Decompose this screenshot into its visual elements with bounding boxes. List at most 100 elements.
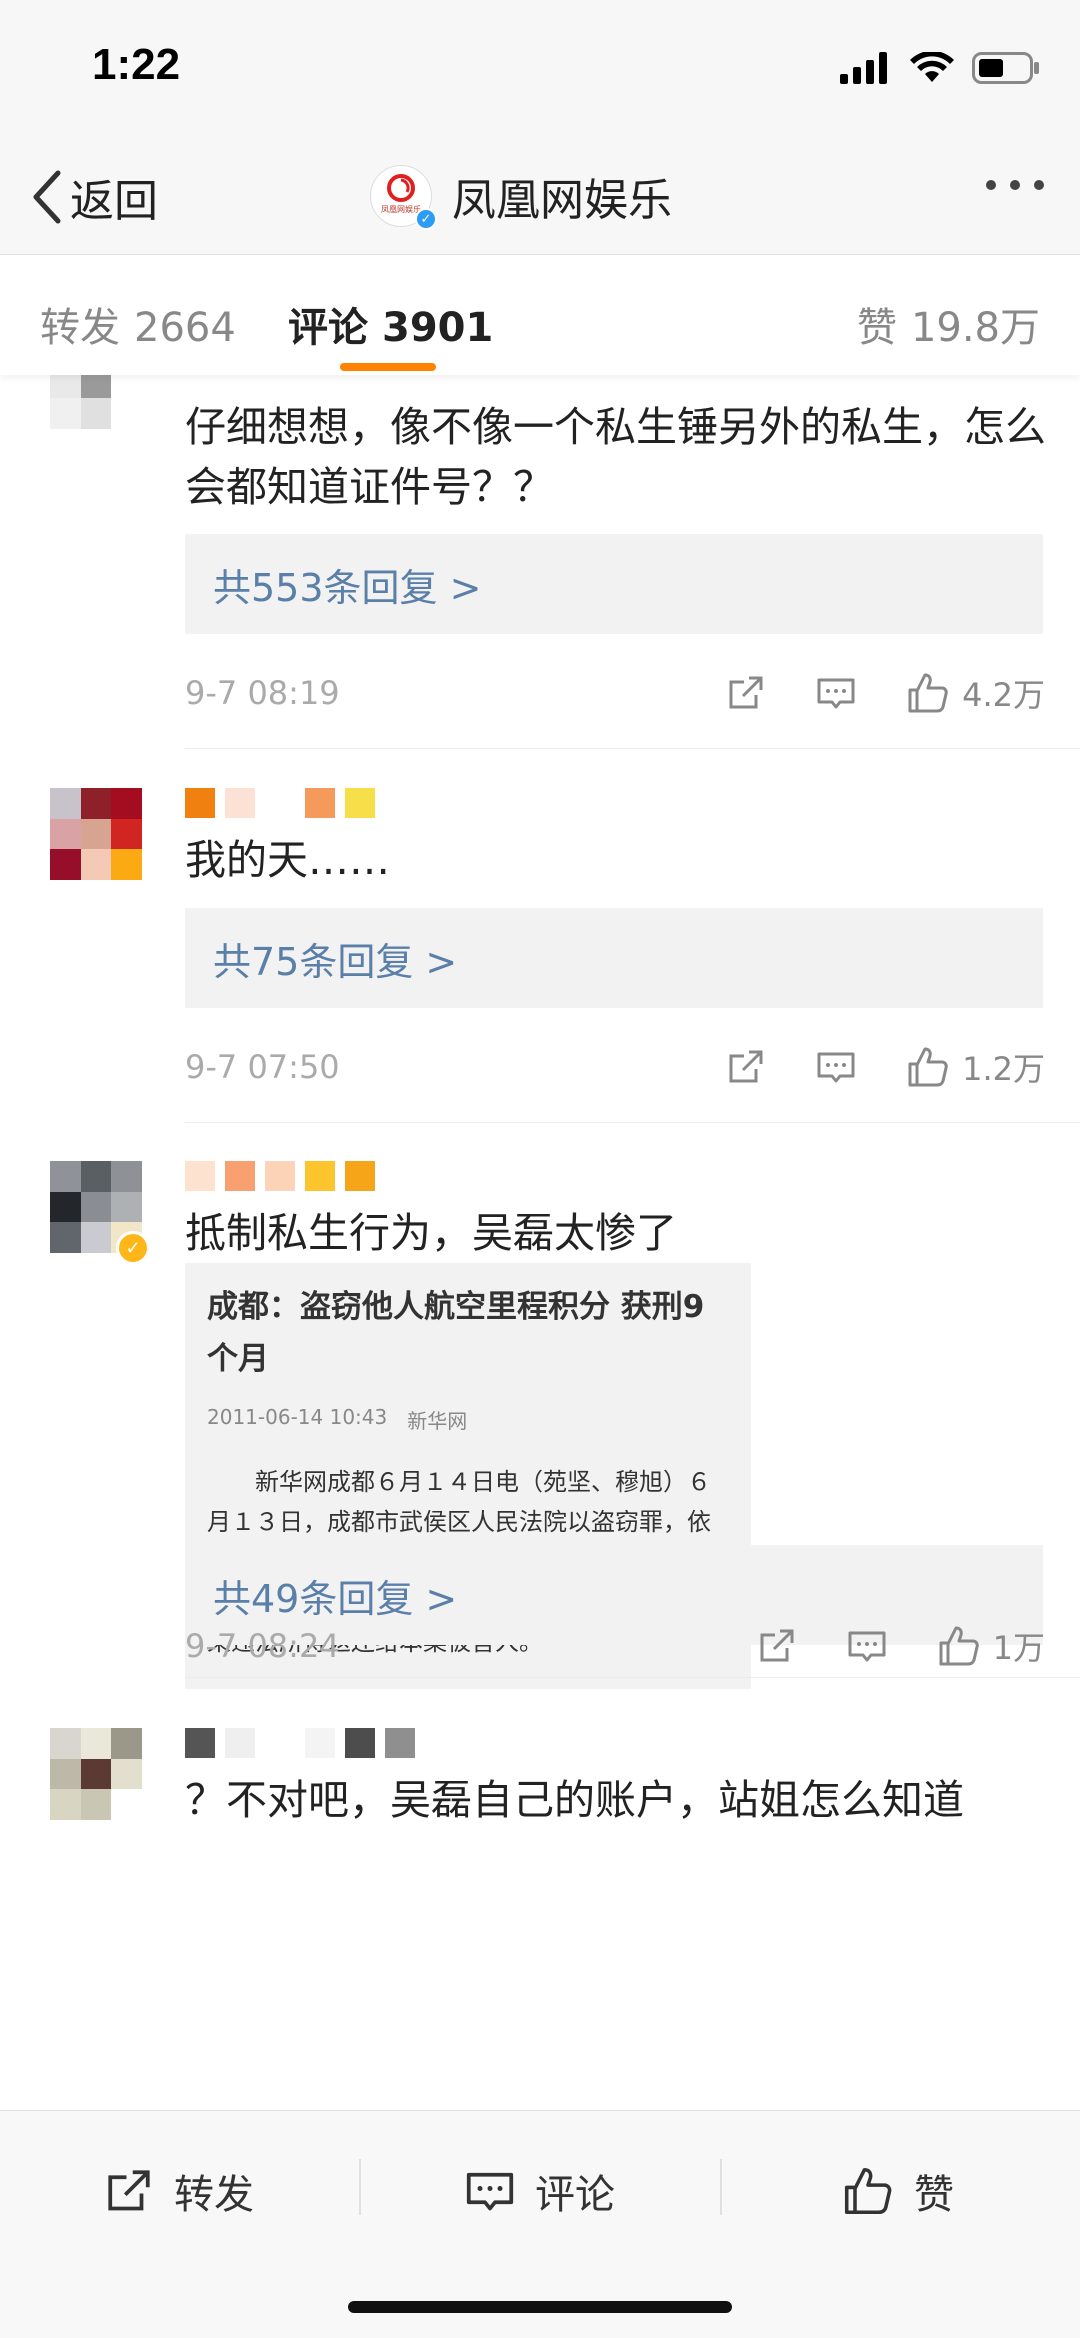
comment-text: 我的天…… [185,836,390,884]
share-icon[interactable] [726,1047,766,1087]
like-button[interactable]: 4.2万 [906,670,1045,716]
phoenix-logo-icon: 凤凰网娱乐 [381,174,421,214]
like-button[interactable]: 赞 [842,2151,954,2231]
username-pixel [305,1728,335,1758]
username-pixel [185,1161,215,1191]
divider [185,748,1080,749]
username-pixel [385,1728,415,1758]
avatar-pixel [50,1789,81,1820]
tab-like[interactable]: 赞 19.8万 [857,295,1040,353]
username-pixel [305,1161,335,1191]
avatar-pixel [80,398,112,429]
thumbs-up-icon [844,2167,892,2215]
view-replies-button[interactable]: 共553条回复 > [185,534,1043,634]
avatar[interactable] [50,1728,142,1820]
verified-badge-icon: ✓ [415,208,437,230]
like-button[interactable]: 1万 [937,1623,1045,1669]
view-replies-button[interactable]: 共75条回复 > [185,908,1043,1008]
signal-icon [840,52,887,84]
comment-date: 9-7 08:19 [185,674,340,712]
comment-text: 抵制私生行为，吴磊太惨了 [185,1209,677,1257]
username-pixel [265,1728,295,1758]
avatar-pixel [111,375,142,399]
tab-comment[interactable]: 评论 3901 [288,295,493,353]
avatar-pixel [111,1758,142,1790]
comment-text: ？不对吧，吴磊自己的账户，站姐怎么知道 [185,1776,964,1824]
avatar-pixel [50,1728,81,1759]
more-options-icon[interactable] [986,180,1044,190]
tab-like-count: 19.8万 [910,305,1040,351]
tab-like-label: 赞 [856,305,897,351]
logo-text: 凤凰网娱乐 [381,204,421,214]
share-icon[interactable] [726,673,766,713]
avatar-pixel [111,788,142,819]
divider [359,2159,361,2215]
back-label: 返回 [70,176,158,227]
reply-icon[interactable] [847,1626,887,1666]
avatar-pixel [80,1222,112,1253]
avatar-pixel [80,1728,112,1759]
avatar[interactable] [50,788,142,880]
comment-list[interactable]: 仔细想想，像不像一个私生锤另外的私生，怎么会都知道证件号？？ 共553条回复 >… [0,375,1080,2110]
tab-repost-label: 转发 [40,305,120,351]
comment-meta: 9-7 07:50 1.2万 [185,1042,1045,1092]
tab-bar: 转发 2664 评论 3901 赞 19.8万 [0,255,1080,375]
tab-repost[interactable]: 转发 2664 [40,295,236,353]
repost-button[interactable]: 转发 [104,2151,254,2231]
avatar-pixel [50,1191,81,1223]
username-pixel [225,788,255,818]
like-count: 4.2万 [962,676,1045,714]
comment-meta: 9-7 08:19 4.2万 [185,668,1045,718]
active-tab-indicator [340,363,436,371]
status-time: 1:22 [92,40,181,89]
avatar-pixel [50,398,81,429]
comment-meta: 9-7 08:24 1万 [185,1621,1045,1671]
avatar-pixel [50,1222,81,1253]
comment-item: ✓ 抵制私生行为，吴磊太惨了 成都：盗窃他人航空里程积分 获刑9个月 2011-… [0,1123,1080,1689]
thumbs-up-icon [908,1047,948,1087]
username-pixel [345,1161,375,1191]
reply-icon[interactable] [816,1047,856,1087]
avatar[interactable] [50,375,142,429]
battery-icon [972,52,1039,84]
comment-label: 评论 [535,2172,615,2218]
avatar-pixel [80,849,112,880]
verified-badge-icon: ✓ [116,1231,150,1265]
comment-date: 9-7 07:50 [185,1048,340,1086]
account-header[interactable]: 凤凰网娱乐 ✓ 凤凰网娱乐 [370,156,672,236]
avatar-pixel [111,1728,142,1759]
like-button[interactable]: 1.2万 [906,1044,1045,1090]
comment-item: ？不对吧，吴磊自己的账户，站姐怎么知道 [0,1678,1080,2110]
avatar-pixel [111,849,142,880]
avatar-pixel [80,1191,112,1223]
username-pixel [345,788,375,818]
avatar-pixel [80,1758,112,1790]
username-pixel [225,1728,255,1758]
account-logo[interactable]: 凤凰网娱乐 ✓ [370,165,437,230]
status-icons [840,48,1040,88]
comment-button[interactable]: 评论 [465,2151,615,2231]
tab-comment-count: 3901 [382,305,494,351]
username-pixelated[interactable] [185,788,375,828]
like-count: 1.2万 [962,1050,1045,1088]
article-publisher: 新华网 [407,1409,468,1433]
username-pixelated[interactable] [185,1161,375,1201]
username-pixelated[interactable] [185,1728,415,1768]
back-button[interactable]: 返回 [30,160,158,234]
comment-icon [466,2172,514,2211]
article-time: 2011-06-14 10:43 [207,1405,388,1429]
reply-icon[interactable] [816,673,856,713]
like-label: 赞 [914,2172,954,2218]
username-pixel [265,1161,295,1191]
avatar-pixel [50,1161,81,1192]
thumbs-up-icon [939,1626,979,1666]
avatar-pixel [80,375,112,399]
avatar-pixel [80,1161,112,1192]
like-count: 1万 [992,1629,1045,1667]
share-icon [108,2170,150,2211]
comment-item: 仔细想想，像不像一个私生锤另外的私生，怎么会都知道证件号？？ 共553条回复 >… [0,375,1080,750]
share-icon[interactable] [757,1626,797,1666]
username-pixel [265,788,295,818]
avatar-pixel [111,1161,142,1192]
comment-date: 9-7 08:24 [185,1627,340,1665]
